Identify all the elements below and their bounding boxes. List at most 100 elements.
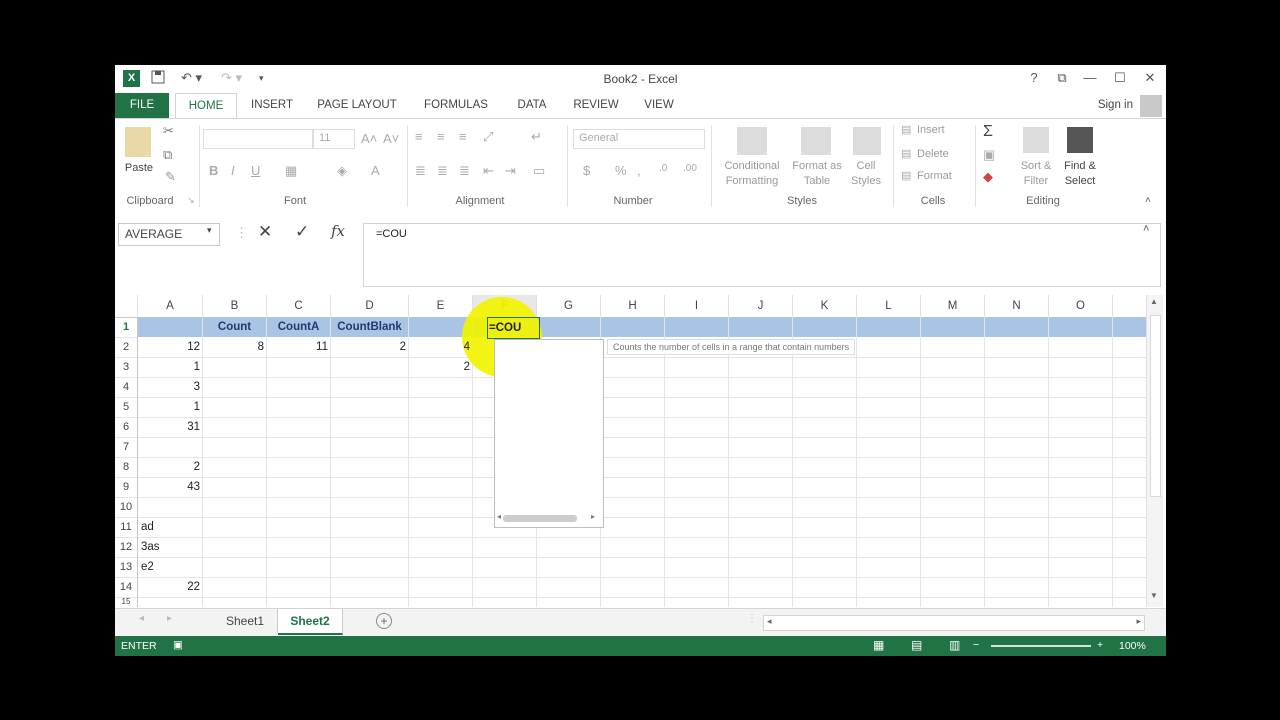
align-center-icon[interactable]: ≣ (437, 163, 448, 179)
help-button[interactable]: ? (1024, 70, 1044, 85)
paste-button[interactable]: Paste (119, 161, 159, 176)
scroll-right-icon[interactable]: ▸ (591, 512, 595, 521)
tab-page-layout[interactable]: PAGE LAYOUT (311, 93, 403, 118)
row-header[interactable]: 6 (115, 417, 138, 438)
increase-indent-icon[interactable]: ⇥ (505, 163, 516, 179)
clear-icon[interactable]: ◆ (983, 169, 993, 185)
row-header[interactable]: 15 (115, 597, 138, 607)
autosum-icon[interactable]: Σ (983, 123, 993, 141)
page-break-view-icon[interactable]: ▥ (949, 638, 960, 652)
column-header[interactable]: D (331, 295, 409, 318)
macro-record-icon[interactable]: ▣ (173, 639, 183, 651)
cell-styles-icon[interactable] (853, 127, 881, 155)
expand-formula-bar-icon[interactable]: ˄ (1143, 223, 1149, 235)
decrease-decimal-icon[interactable]: .00 (683, 163, 697, 174)
cell-D1[interactable]: CountBlank (331, 317, 408, 337)
cut-icon[interactable]: ✂ (163, 123, 174, 139)
column-header[interactable]: C (267, 295, 331, 318)
column-header[interactable]: B (203, 295, 267, 318)
row-header[interactable]: 9 (115, 477, 138, 498)
delete-cells-button[interactable]: Delete (917, 147, 949, 162)
close-button[interactable]: ✕ (1140, 70, 1160, 86)
column-header[interactable] (1113, 295, 1146, 318)
grow-font-icon[interactable]: A˄ (361, 131, 377, 146)
borders-icon[interactable]: ▦ (285, 163, 297, 179)
column-header[interactable]: M (921, 295, 985, 318)
row-header[interactable]: 1 (115, 317, 138, 338)
name-box[interactable]: AVERAGE ▾ (118, 223, 220, 246)
shrink-font-icon[interactable]: A˅ (383, 131, 399, 146)
function-autocomplete-list[interactable]: ◂ ▸ (494, 339, 604, 528)
avatar[interactable] (1140, 95, 1162, 117)
collapse-ribbon-icon[interactable]: ˄ (1145, 195, 1151, 206)
tab-formulas[interactable]: FORMULAS (417, 93, 495, 118)
scroll-down-icon[interactable]: ▼ (1150, 591, 1158, 600)
normal-view-icon[interactable]: ▦ (873, 638, 884, 652)
maximize-button[interactable]: ☐ (1110, 70, 1130, 86)
row-header[interactable]: 11 (115, 517, 138, 538)
cell-C1[interactable]: CountA (267, 317, 330, 337)
scroll-left-icon[interactable]: ◂ (767, 616, 772, 627)
row-header[interactable]: 5 (115, 397, 138, 418)
sheet-tab-sheet1[interactable]: Sheet1 (213, 609, 278, 633)
wrap-text-icon[interactable]: ↵ (531, 129, 542, 145)
cell-D2[interactable]: 2 (331, 337, 406, 357)
merge-center-icon[interactable]: ▭ (533, 163, 545, 179)
font-color-icon[interactable]: A (371, 163, 380, 178)
column-header[interactable]: K (793, 295, 857, 318)
fill-icon[interactable]: ▣ (983, 147, 995, 163)
row-header[interactable]: 4 (115, 377, 138, 398)
sign-in-link[interactable]: Sign in (1098, 99, 1133, 111)
insert-cells-button[interactable]: Insert (917, 123, 945, 138)
enter-icon[interactable]: ✓ (295, 222, 309, 242)
cell-B2[interactable]: 8 (203, 337, 264, 357)
prev-sheet-icon[interactable]: ◂ (139, 613, 144, 624)
tab-view[interactable]: VIEW (637, 93, 681, 118)
cancel-icon[interactable]: ✕ (258, 222, 272, 242)
cell-E2[interactable]: 4 (409, 337, 470, 357)
conditional-formatting-button[interactable]: Conditional Formatting (715, 159, 789, 189)
percent-button[interactable]: % (615, 163, 627, 178)
next-sheet-icon[interactable]: ▸ (167, 613, 172, 624)
number-format-dropdown[interactable]: General (573, 129, 705, 149)
insert-cells-icon[interactable]: ▤ (901, 123, 911, 136)
column-header[interactable]: N (985, 295, 1049, 318)
vertical-scroll-thumb[interactable] (1150, 315, 1161, 497)
horizontal-scrollbar[interactable]: ◂ ▸ (763, 615, 1145, 631)
row-header[interactable]: 10 (115, 497, 138, 518)
underline-button[interactable]: U (251, 163, 260, 178)
cell-F1-editing[interactable]: =COU (487, 317, 540, 339)
clipboard-launcher-icon[interactable]: ↘ (187, 195, 195, 206)
cell-A11[interactable]: ad (141, 517, 201, 537)
zoom-in-icon[interactable]: + (1097, 639, 1103, 651)
cell-A8[interactable]: 2 (138, 457, 200, 477)
font-name-dropdown[interactable] (203, 129, 313, 149)
autocomplete-scrollbar[interactable] (503, 515, 577, 522)
cell-B1[interactable]: Count (203, 317, 266, 337)
fill-color-icon[interactable]: ◈ (337, 163, 347, 179)
align-right-icon[interactable]: ≣ (459, 163, 470, 179)
cell-E3[interactable]: 2 (409, 357, 470, 377)
cell-A5[interactable]: 1 (138, 397, 200, 417)
scroll-left-icon[interactable]: ◂ (497, 512, 501, 521)
page-layout-view-icon[interactable]: ▤ (911, 638, 922, 652)
select-all-corner[interactable] (115, 295, 138, 318)
cell-C2[interactable]: 11 (267, 337, 328, 357)
insert-function-icon[interactable]: fx (331, 222, 345, 240)
row-header[interactable]: 14 (115, 577, 138, 598)
row-header[interactable]: 2 (115, 337, 138, 358)
sheet-tab-sheet2[interactable]: Sheet2 (278, 609, 343, 635)
zoom-out-icon[interactable]: − (973, 639, 979, 651)
cell-A14[interactable]: 22 (138, 577, 200, 597)
minimize-button[interactable]: — (1080, 70, 1100, 85)
tab-insert[interactable]: INSERT (243, 93, 301, 118)
format-as-table-icon[interactable] (801, 127, 831, 155)
column-header[interactable]: A (138, 295, 203, 318)
cell-A9[interactable]: 43 (138, 477, 200, 497)
tab-review[interactable]: REVIEW (567, 93, 625, 118)
decrease-indent-icon[interactable]: ⇤ (483, 163, 494, 179)
format-as-table-button[interactable]: Format as Table (787, 159, 847, 189)
worksheet-grid[interactable]: A B C D E F G H I J K L M N O (115, 295, 1146, 607)
top-align-icon[interactable]: ≡ (415, 129, 423, 144)
column-header[interactable]: L (857, 295, 921, 318)
